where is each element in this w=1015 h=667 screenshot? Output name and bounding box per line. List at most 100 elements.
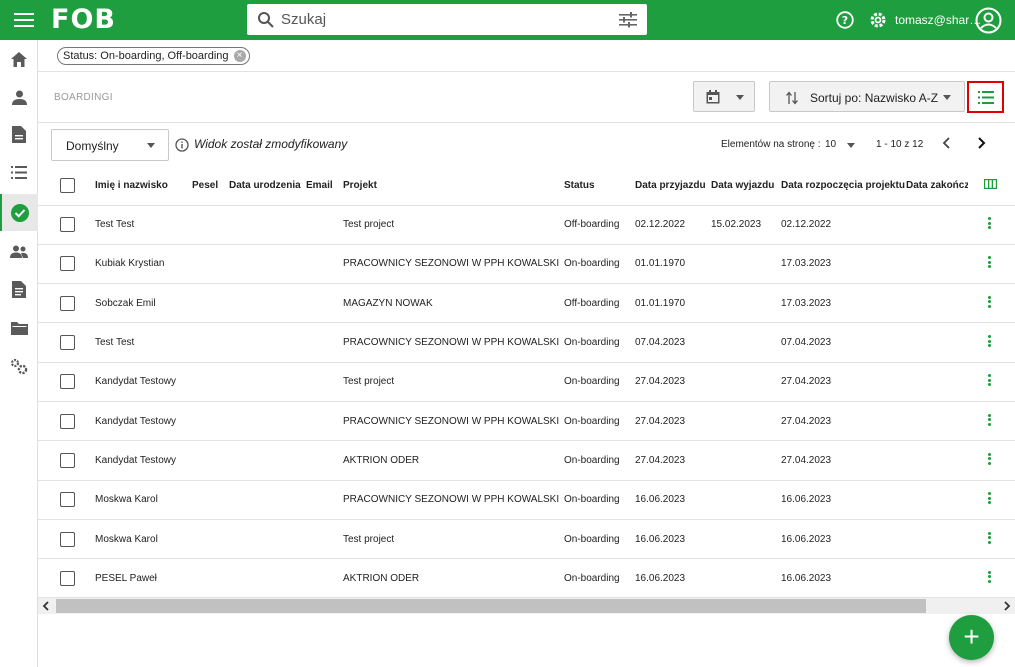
view-select[interactable]: Domyślny bbox=[51, 129, 169, 161]
sidebar-item-boarding[interactable] bbox=[0, 194, 38, 231]
sort-label: Sortuj po: Nazwisko A-Z bbox=[810, 91, 939, 105]
sidebar-item-groups[interactable] bbox=[0, 233, 38, 270]
col-header[interactable]: Email bbox=[306, 166, 343, 206]
cell-name: Moskwa Karol bbox=[95, 480, 192, 520]
cell-status: On-boarding bbox=[564, 440, 635, 481]
row-checkbox[interactable] bbox=[60, 492, 75, 508]
table-row[interactable]: Moskwa Karol PRACOWNICY SEZONOWI W PPH KO… bbox=[38, 480, 1015, 520]
select-all-checkbox[interactable] bbox=[60, 177, 75, 193]
add-button[interactable]: + bbox=[949, 615, 994, 660]
chevron-left-icon[interactable] bbox=[941, 136, 953, 150]
per-page-select[interactable]: 10 bbox=[825, 139, 855, 150]
row-checkbox[interactable] bbox=[60, 452, 75, 468]
more-vert-icon[interactable] bbox=[988, 491, 992, 506]
boardings-table: Imię i nazwisko Pesel Data urodzenia Ema… bbox=[38, 166, 1015, 599]
row-select-cell bbox=[38, 362, 95, 402]
date-filter-button[interactable] bbox=[693, 81, 755, 112]
row-checkbox[interactable] bbox=[60, 570, 75, 586]
col-header[interactable]: Data wyjazdu bbox=[711, 166, 781, 206]
table-row[interactable]: Test Test Test project Off-boarding 02.12.2… bbox=[38, 205, 1015, 245]
search-input[interactable]: Szukaj bbox=[281, 11, 326, 28]
more-vert-icon[interactable] bbox=[988, 373, 992, 388]
row-checkbox[interactable] bbox=[60, 295, 75, 311]
scroll-right-icon[interactable] bbox=[1003, 601, 1011, 611]
status-filter-chip[interactable]: Status: On-boarding, Off-boarding × bbox=[57, 47, 250, 65]
cell-project: PRACOWNICY SEZONOWI W PPH KOWALSKI bbox=[343, 480, 564, 520]
per-page-value: 10 bbox=[825, 139, 837, 150]
table-row[interactable]: Kubiak Krystian PRACOWNICY SEZONOWI W PPH… bbox=[38, 244, 1015, 285]
col-header[interactable]: Data urodzenia bbox=[229, 166, 306, 206]
col-header[interactable]: Status bbox=[564, 166, 635, 206]
search-icon bbox=[258, 12, 274, 28]
table-row[interactable]: Test Test PRACOWNICY SEZONOWI W PPH KOWAL… bbox=[38, 322, 1015, 363]
more-vert-icon[interactable] bbox=[988, 216, 992, 231]
sidebar-item-folders[interactable] bbox=[0, 309, 38, 346]
cell-end bbox=[906, 244, 968, 285]
row-checkbox[interactable] bbox=[60, 256, 75, 272]
sidebar-item-list[interactable] bbox=[0, 154, 38, 191]
menu-icon[interactable] bbox=[14, 11, 34, 29]
cell-status: Off-boarding bbox=[564, 205, 635, 245]
col-header[interactable]: Projekt bbox=[343, 166, 564, 206]
sort-button[interactable]: Sortuj po: Nazwisko A-Z bbox=[769, 81, 965, 112]
more-vert-icon[interactable] bbox=[988, 569, 992, 584]
app-logo[interactable]: FOB bbox=[51, 4, 116, 36]
cell-email bbox=[306, 283, 343, 324]
col-header[interactable]: Data przyjazdu bbox=[635, 166, 711, 206]
cell-status: On-boarding bbox=[564, 401, 635, 442]
row-checkbox[interactable] bbox=[60, 335, 75, 351]
col-header[interactable]: Data zakończ bbox=[906, 166, 968, 206]
more-vert-icon[interactable] bbox=[988, 294, 992, 309]
table-row[interactable]: Kandydat Testowy AKTRION ODER On-boarding 2… bbox=[38, 440, 1015, 481]
more-vert-icon[interactable] bbox=[988, 451, 992, 466]
sidebar-item-documents[interactable] bbox=[0, 116, 38, 153]
more-vert-icon[interactable] bbox=[988, 334, 992, 349]
cell-end bbox=[906, 440, 968, 481]
sidebar-item-candidates[interactable] bbox=[0, 79, 38, 116]
table-row[interactable]: Kandydat Testowy PRACOWNICY SEZONOWI W PP… bbox=[38, 401, 1015, 442]
col-header[interactable]: Data rozpoczęcia projektu bbox=[781, 166, 906, 206]
cell-status: On-boarding bbox=[564, 244, 635, 285]
row-checkbox[interactable] bbox=[60, 217, 75, 233]
chevron-right-icon[interactable] bbox=[975, 136, 987, 150]
row-checkbox[interactable] bbox=[60, 531, 75, 547]
toolbar: BOARDINGI Sortuj po: Nazwisko A-Z bbox=[38, 73, 1015, 123]
table-row[interactable]: Moskwa Karol Test project On-boarding 16.06… bbox=[38, 519, 1015, 560]
table-row[interactable]: Sobczak Emil MAGAZYN NOWAK Off-boarding 01.… bbox=[38, 283, 1015, 324]
cell-end bbox=[906, 362, 968, 402]
table-row[interactable]: PESEL Paweł AKTRION ODER On-boarding 16.06.… bbox=[38, 558, 1015, 599]
section-title: BOARDINGI bbox=[54, 92, 113, 103]
list-view-toggle-button[interactable] bbox=[967, 81, 1004, 113]
filter-tune-icon[interactable] bbox=[619, 12, 637, 28]
columns-icon[interactable] bbox=[984, 178, 998, 189]
user-email[interactable]: tomasz@shar… bbox=[895, 13, 981, 27]
cell-email bbox=[306, 558, 343, 599]
sidebar-item-files[interactable] bbox=[0, 271, 38, 308]
settings-gear-icon[interactable] bbox=[868, 10, 888, 30]
scrollbar-thumb[interactable] bbox=[56, 599, 926, 613]
search-box[interactable]: Szukaj bbox=[247, 4, 647, 35]
row-checkbox[interactable] bbox=[60, 413, 75, 429]
account-avatar-icon[interactable] bbox=[975, 7, 1002, 34]
chip-remove-icon[interactable]: × bbox=[233, 50, 246, 62]
sidebar-item-home[interactable] bbox=[0, 41, 38, 78]
help-icon[interactable]: ? bbox=[836, 11, 854, 29]
more-vert-icon[interactable] bbox=[988, 255, 992, 270]
cell-project: PRACOWNICY SEZONOWI W PPH KOWALSKI bbox=[343, 244, 564, 285]
row-checkbox[interactable] bbox=[60, 374, 75, 390]
check-circle-icon bbox=[11, 203, 29, 222]
horizontal-scrollbar[interactable] bbox=[38, 598, 1015, 614]
more-vert-icon[interactable] bbox=[988, 530, 992, 545]
scroll-left-icon[interactable] bbox=[42, 601, 50, 611]
cell-departure bbox=[711, 519, 781, 560]
table-row[interactable]: Kandydat Testowy Test project On-boarding 2… bbox=[38, 362, 1015, 402]
cell-status: On-boarding bbox=[564, 558, 635, 599]
sidebar-item-settings[interactable] bbox=[0, 348, 38, 385]
cell-end bbox=[906, 480, 968, 520]
select-all-cell bbox=[38, 166, 95, 206]
col-header[interactable]: Pesel bbox=[192, 166, 229, 206]
more-vert-icon[interactable] bbox=[988, 412, 992, 427]
cell-start: 17.03.2023 bbox=[781, 283, 906, 324]
col-header[interactable]: Imię i nazwisko bbox=[95, 166, 192, 206]
cell-birth bbox=[229, 283, 306, 324]
